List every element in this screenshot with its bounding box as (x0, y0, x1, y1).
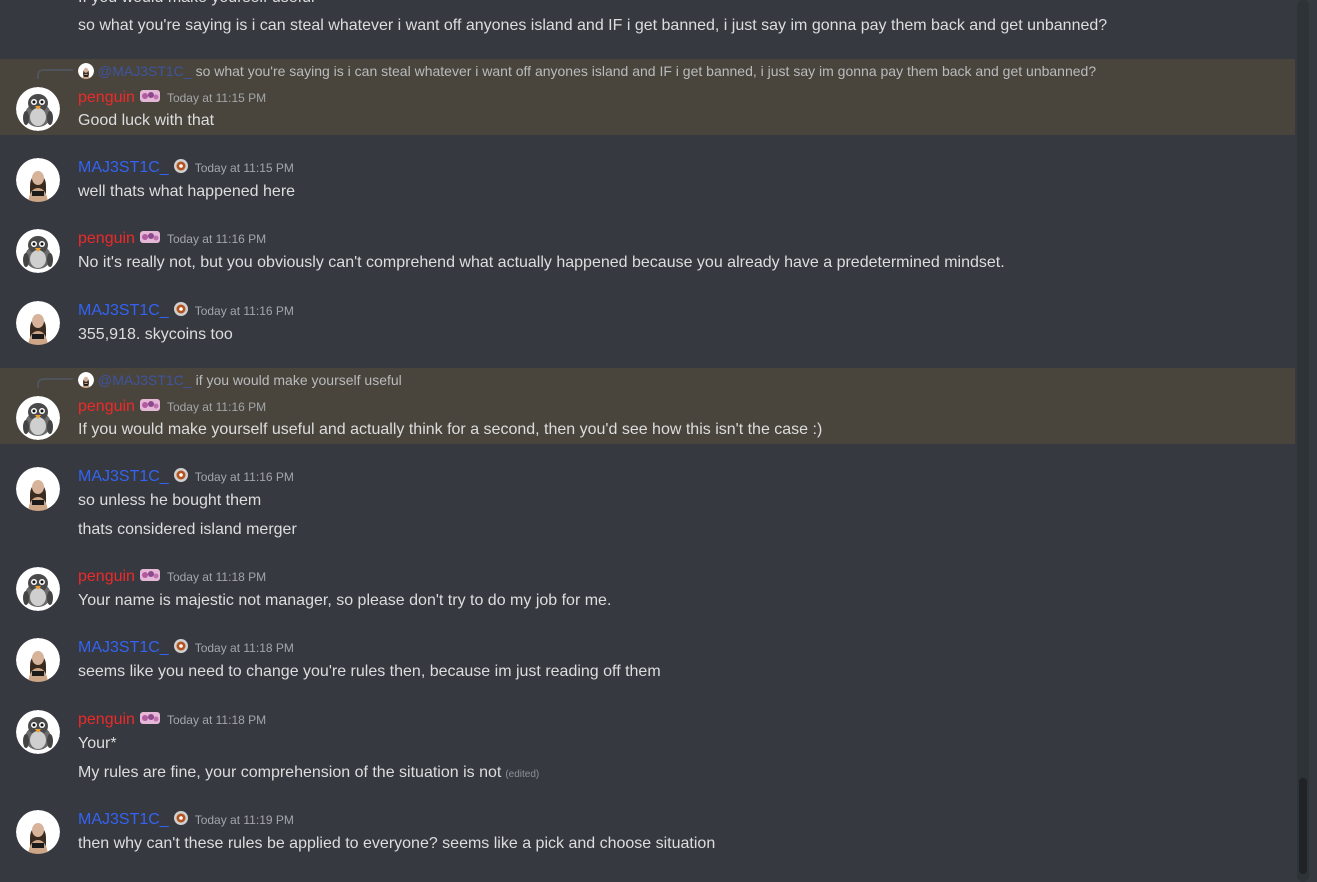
reply-reference[interactable]: @MAJ3ST1C_ so what you're saying is i ca… (78, 62, 1096, 80)
emoji-badge-icon (173, 467, 189, 488)
message-group: MAJ3ST1C_ Today at 11:15 PM well thats w… (0, 150, 1295, 210)
username[interactable]: penguin (78, 710, 135, 730)
emoji-badge-icon (139, 397, 161, 418)
message-group: MAJ3ST1C_ Today at 11:16 PM so unless he… (0, 459, 1295, 549)
reply-reference[interactable]: @MAJ3ST1C_ if you would make yourself us… (78, 371, 402, 389)
timestamp: Today at 11:16 PM (194, 470, 294, 484)
message-header: MAJ3ST1C_ Today at 11:19 PM (78, 810, 294, 830)
previous-message-line: so what you're saying is i can steal wha… (78, 17, 1108, 34)
reply-avatar-icon (78, 63, 94, 79)
reply-username[interactable]: @MAJ3ST1C_ (98, 63, 192, 79)
timestamp: Today at 11:16 PM (194, 304, 294, 318)
emoji-badge-icon (139, 710, 161, 731)
reply-avatar-icon (78, 372, 94, 388)
username[interactable]: MAJ3ST1C_ (78, 158, 169, 178)
previous-message-partial-line: If you would make yourself useful (78, 0, 315, 8)
message-group: penguin Today at 11:16 PM No it's really… (0, 221, 1295, 281)
message-text: 355,918. skycoins too (78, 326, 233, 343)
message-header: MAJ3ST1C_ Today at 11:16 PM (78, 301, 294, 321)
timestamp: Today at 11:15 PM (194, 161, 294, 175)
username[interactable]: penguin (78, 397, 135, 417)
message-text: thats considered island merger (78, 521, 297, 538)
timestamp: Today at 11:18 PM (194, 641, 294, 655)
timestamp: Today at 11:15 PM (166, 91, 267, 105)
message-header: MAJ3ST1C_ Today at 11:16 PM (78, 467, 294, 487)
message-header: penguin Today at 11:15 PM (78, 88, 266, 108)
reply-text[interactable]: so what you're saying is i can steal wha… (196, 63, 1097, 79)
message-header: penguin Today at 11:16 PM (78, 229, 266, 249)
message-text: Your name is majestic not manager, so pl… (78, 592, 612, 609)
message-header: penguin Today at 11:18 PM (78, 567, 266, 587)
reply-text[interactable]: if you would make yourself useful (196, 372, 402, 388)
reply-spine (37, 378, 73, 388)
emoji-badge-icon (173, 638, 189, 659)
timestamp: Today at 11:16 PM (166, 232, 267, 246)
timestamp: Today at 11:18 PM (166, 713, 267, 727)
message-header: penguin Today at 11:16 PM (78, 397, 266, 417)
username[interactable]: MAJ3ST1C_ (78, 301, 169, 321)
message-group: MAJ3ST1C_ Today at 11:18 PM seems like y… (0, 630, 1295, 690)
message-header: penguin Today at 11:18 PM (78, 710, 266, 730)
scrollbar-track[interactable] (1297, 0, 1309, 882)
timestamp: Today at 11:18 PM (166, 570, 267, 584)
emoji-badge-icon (139, 229, 161, 250)
message-header: MAJ3ST1C_ Today at 11:18 PM (78, 638, 294, 658)
message-group: MAJ3ST1C_ Today at 11:19 PM then why can… (0, 802, 1295, 862)
scrollbar-thumb[interactable] (1299, 778, 1307, 874)
penguin-avatar[interactable] (16, 567, 60, 611)
penguin-avatar[interactable] (16, 229, 60, 273)
emoji-badge-icon (173, 301, 189, 322)
emoji-badge-icon (173, 158, 189, 179)
timestamp: Today at 11:19 PM (194, 813, 294, 827)
user-photo-avatar[interactable] (16, 810, 60, 854)
emoji-badge-icon (139, 567, 161, 588)
username[interactable]: penguin (78, 229, 135, 249)
username[interactable]: MAJ3ST1C_ (78, 638, 169, 658)
username[interactable]: MAJ3ST1C_ (78, 467, 169, 487)
reply-spine (37, 69, 73, 79)
message-text: No it's really not, but you obviously ca… (78, 254, 1005, 271)
user-photo-avatar[interactable] (16, 301, 60, 345)
penguin-avatar[interactable] (16, 87, 60, 131)
edited-label: (edited) (505, 769, 540, 780)
message-group: MAJ3ST1C_ Today at 11:16 PM 355,918. sky… (0, 293, 1295, 353)
timestamp: Today at 11:16 PM (166, 400, 267, 414)
message-text: Your* (78, 735, 117, 752)
message-group-highlighted[interactable]: @MAJ3ST1C_ so what you're saying is i ca… (0, 59, 1295, 135)
emoji-badge-icon (173, 810, 189, 831)
message-group: penguin Today at 11:18 PM Your* My rules… (0, 702, 1295, 792)
message-text: then why can't these rules be applied to… (78, 835, 716, 852)
user-photo-avatar[interactable] (16, 467, 60, 511)
message-text-line: My rules are fine, your comprehension of… (78, 763, 539, 785)
emoji-badge-icon (139, 88, 161, 109)
username[interactable]: MAJ3ST1C_ (78, 810, 169, 830)
user-photo-avatar[interactable] (16, 638, 60, 682)
username[interactable]: penguin (78, 567, 135, 587)
message-header: MAJ3ST1C_ Today at 11:15 PM (78, 158, 294, 178)
message-text: If you would make yourself useful and ac… (78, 421, 823, 438)
reply-username[interactable]: @MAJ3ST1C_ (98, 372, 192, 388)
message-group-highlighted[interactable]: @MAJ3ST1C_ if you would make yourself us… (0, 368, 1295, 444)
message-text: My rules are fine, your comprehension of… (78, 764, 502, 781)
message-text: so unless he bought them (78, 492, 262, 509)
message-group: penguin Today at 11:18 PM Your name is m… (0, 559, 1295, 619)
message-text: seems like you need to change you're rul… (78, 663, 661, 680)
message-text: well thats what happened here (78, 183, 296, 200)
message-text: Good luck with that (78, 112, 215, 129)
user-photo-avatar[interactable] (16, 158, 60, 202)
username[interactable]: penguin (78, 88, 135, 108)
penguin-avatar[interactable] (16, 710, 60, 754)
chat-messages-area: If you would make yourself useful so wha… (0, 0, 1295, 882)
penguin-avatar[interactable] (16, 396, 60, 440)
